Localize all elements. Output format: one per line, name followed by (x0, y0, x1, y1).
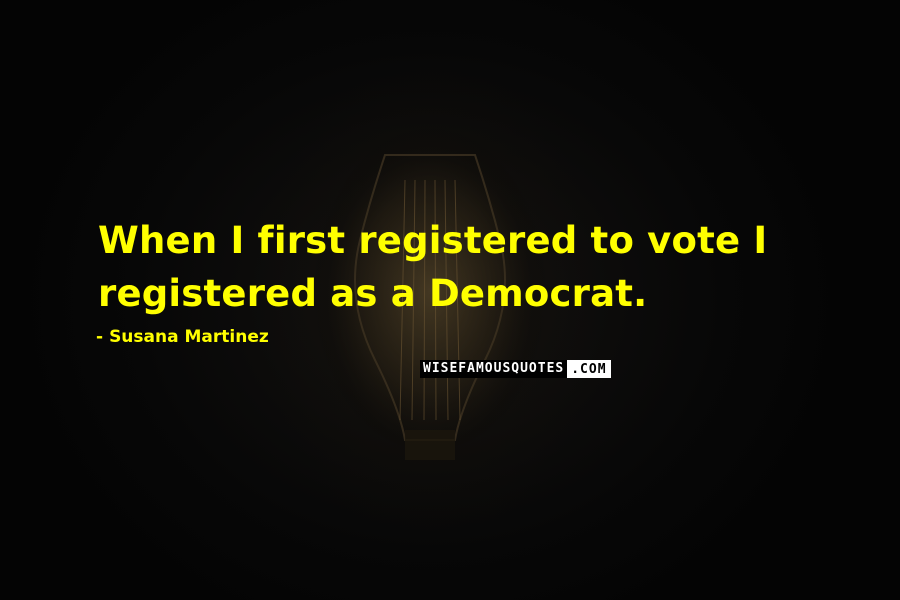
site-watermark: WISEFAMOUSQUOTES .COM (420, 360, 620, 378)
author-dash: - (96, 327, 104, 347)
watermark-suffix-text: .COM (567, 360, 611, 378)
quote-author: - Susana Martinez (96, 327, 269, 347)
quote-line-2: registered as a Democrat. (98, 272, 648, 315)
quote-card: When I first registered to vote I regist… (0, 0, 900, 600)
quote-line-1: When I first registered to vote I (98, 219, 768, 262)
watermark-main-text: WISEFAMOUSQUOTES (420, 360, 568, 378)
author-name: Susana Martinez (109, 327, 269, 347)
quote-text: When I first registered to vote I regist… (98, 214, 858, 320)
